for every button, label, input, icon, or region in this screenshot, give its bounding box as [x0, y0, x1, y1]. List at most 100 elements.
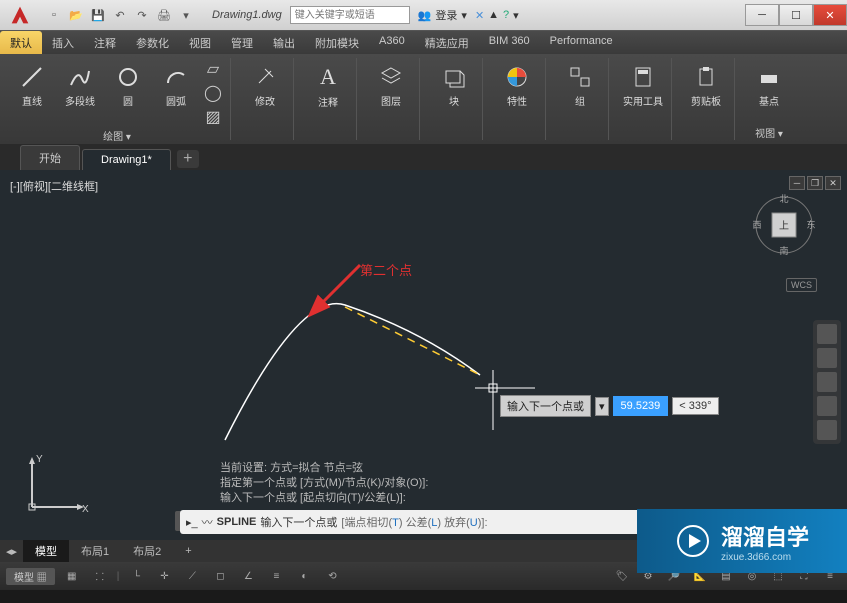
- dropdown-icon[interactable]: ▾: [176, 5, 196, 25]
- open-icon[interactable]: 📂: [66, 5, 86, 25]
- polar-icon[interactable]: ✛: [153, 566, 175, 586]
- otrack-icon[interactable]: ∠: [237, 566, 259, 586]
- tab-addins[interactable]: 附加模块: [305, 31, 369, 54]
- redo-icon[interactable]: ↷: [132, 5, 152, 25]
- tab-layout-add[interactable]: +: [173, 542, 203, 560]
- maximize-button[interactable]: ☐: [779, 4, 813, 26]
- pan-icon[interactable]: [817, 348, 837, 368]
- showmotion-icon[interactable]: [817, 420, 837, 440]
- cmdline-opts[interactable]: [端点相切(T) 公差(L) 放弃(U)]:: [341, 514, 487, 530]
- panel-view: 基点 视图 ▾: [741, 58, 797, 140]
- search-box: [290, 6, 410, 24]
- scroll-tabs-icon[interactable]: ◂▸: [0, 545, 23, 558]
- svg-text:北: 北: [779, 194, 788, 204]
- panel-draw-title[interactable]: 绘图 ▾: [103, 128, 131, 143]
- signin-dropdown-icon[interactable]: ▾: [461, 9, 467, 22]
- panel-view-title[interactable]: 视图 ▾: [755, 125, 783, 140]
- dyn-prompt: 输入下一个点或: [500, 395, 591, 417]
- new-icon[interactable]: ▫: [44, 5, 64, 25]
- wcs-badge[interactable]: WCS: [786, 278, 817, 292]
- a360-icon[interactable]: ▲: [488, 9, 499, 21]
- full-nav-wheel-icon[interactable]: [817, 324, 837, 344]
- modify-button[interactable]: 修改: [243, 58, 287, 114]
- tab-start[interactable]: 开始: [20, 145, 80, 170]
- tab-layout2[interactable]: 布局2: [121, 540, 173, 562]
- tab-a360[interactable]: A360: [369, 31, 415, 54]
- arc-button[interactable]: 圆弧: [154, 58, 198, 114]
- tab-insert[interactable]: 插入: [42, 31, 84, 54]
- cmdline-spline-icon: 〰: [202, 514, 213, 530]
- app-logo[interactable]: [0, 0, 40, 30]
- clipboard-button[interactable]: 剪贴板: [684, 58, 728, 114]
- circle-button[interactable]: 圆: [106, 58, 150, 114]
- child-restore[interactable]: ❐: [807, 176, 823, 190]
- orbit-icon[interactable]: [817, 396, 837, 416]
- isodraft-icon[interactable]: ⟋: [181, 566, 203, 586]
- tab-featured[interactable]: 精选应用: [415, 31, 479, 54]
- exchange-icon[interactable]: ✕: [475, 9, 484, 22]
- block-button[interactable]: 块: [432, 58, 476, 114]
- help-icon[interactable]: ?: [503, 9, 509, 21]
- save-icon[interactable]: 💾: [88, 5, 108, 25]
- cmdline-prompt: 输入下一个点或: [260, 514, 337, 530]
- tab-layout1[interactable]: 布局1: [69, 540, 121, 562]
- ellipse-icon[interactable]: ◯: [202, 82, 224, 104]
- layers-button[interactable]: 图层: [369, 58, 413, 114]
- rectangle-icon[interactable]: ▱: [202, 58, 224, 80]
- signin-icon[interactable]: 👥: [418, 9, 432, 22]
- utilities-button[interactable]: 实用工具: [621, 58, 665, 114]
- minimize-button[interactable]: ─: [745, 4, 779, 26]
- basepoint-button[interactable]: 基点: [747, 58, 791, 114]
- titlebar: ▫ 📂 💾 ↶ ↷ 🖨 ▾ Drawing1.dwg 👥 登录 ▾ ✕ ▲ ? …: [0, 0, 847, 30]
- text-button[interactable]: A注释: [306, 58, 350, 114]
- tab-parametric[interactable]: 参数化: [126, 31, 179, 54]
- tab-add[interactable]: +: [177, 150, 199, 168]
- tab-manage[interactable]: 管理: [221, 31, 263, 54]
- viewcube[interactable]: 上 北 南 东 西: [749, 190, 819, 260]
- undo-icon[interactable]: ↶: [110, 5, 130, 25]
- child-close[interactable]: ✕: [825, 176, 841, 190]
- play-icon: [675, 523, 711, 559]
- transparency-icon[interactable]: ◐: [293, 566, 315, 586]
- tab-model[interactable]: 模型: [23, 540, 69, 562]
- group-button[interactable]: 组: [558, 58, 602, 114]
- close-button[interactable]: ✕: [813, 4, 847, 26]
- zoom-extents-icon[interactable]: [817, 372, 837, 392]
- tab-default[interactable]: 默认: [0, 31, 42, 54]
- tab-view[interactable]: 视图: [179, 31, 221, 54]
- nav-bar: [813, 320, 841, 444]
- properties-button[interactable]: 特性: [495, 58, 539, 114]
- snap-icon[interactable]: ⸬: [89, 566, 111, 586]
- hatch-icon[interactable]: ▨: [202, 106, 224, 128]
- polyline-button[interactable]: 多段线: [58, 58, 102, 114]
- cycling-icon[interactable]: ⟲: [321, 566, 343, 586]
- dyn-options-icon[interactable]: ▾: [595, 397, 609, 416]
- status-space[interactable]: 模型 ▦: [6, 568, 55, 585]
- tab-bim360[interactable]: BIM 360: [479, 31, 540, 54]
- drawing-canvas[interactable]: [-][俯视][二维线框] ─ ❐ ✕ 上 北 南 东 西 WCS: [0, 170, 847, 540]
- viewcube-top: 上: [779, 220, 789, 232]
- panel-utilities: 实用工具: [615, 58, 672, 140]
- ortho-icon[interactable]: └: [125, 566, 147, 586]
- ribbon-body: 直线 多段线 圆 圆弧 ▱ ◯ ▨ 绘图 ▾ 修改 A注释 图层 块 特性 组 …: [0, 54, 847, 144]
- dyn-angle-field[interactable]: < 339°: [672, 397, 718, 415]
- grid-icon[interactable]: ▦: [61, 566, 83, 586]
- lineweight-icon[interactable]: ≡: [265, 566, 287, 586]
- cmdline-chevron-icon[interactable]: ▸_: [186, 516, 198, 529]
- svg-text:东: 东: [806, 219, 815, 230]
- tab-output[interactable]: 输出: [263, 31, 305, 54]
- cmdline-cmd: SPLINE: [217, 516, 257, 528]
- annoscale-icon[interactable]: 🏷: [611, 566, 633, 586]
- child-minimize[interactable]: ─: [789, 176, 805, 190]
- search-input[interactable]: [290, 6, 410, 24]
- signin-label[interactable]: 登录: [435, 7, 457, 23]
- print-icon[interactable]: 🖨: [154, 5, 174, 25]
- svg-text:X: X: [82, 504, 89, 515]
- line-button[interactable]: 直线: [10, 58, 54, 114]
- tab-annotate[interactable]: 注释: [84, 31, 126, 54]
- help-dropdown-icon[interactable]: ▾: [513, 9, 519, 22]
- osnap-icon[interactable]: ◻: [209, 566, 231, 586]
- tab-performance[interactable]: Performance: [540, 31, 623, 54]
- tab-drawing1[interactable]: Drawing1*: [82, 149, 171, 170]
- dyn-distance-field[interactable]: 59.5239: [613, 396, 669, 416]
